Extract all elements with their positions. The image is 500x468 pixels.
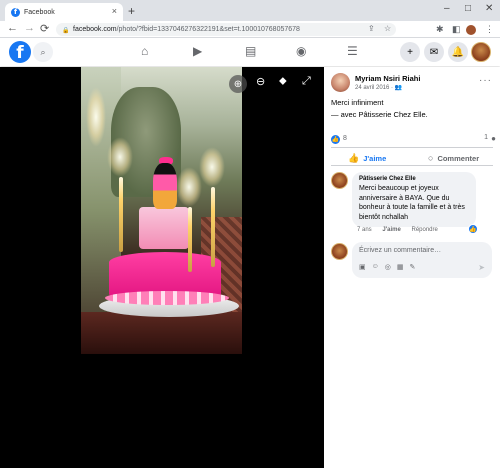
comment-text: Merci beaucoup et joyeux anniversaire à … [359, 185, 465, 221]
comment-like-link[interactable]: J'aime [382, 227, 400, 233]
minimize-icon[interactable]: – [444, 3, 450, 14]
more-options-icon[interactable]: ··· [479, 75, 492, 86]
comment-author[interactable]: Pâtisserie Chez Elle [359, 176, 469, 182]
comment-age[interactable]: 7 ans [357, 227, 372, 233]
star-icon[interactable]: ☆ [384, 24, 391, 33]
post-tagged-with[interactable]: — avec Pâtisserie Chez Elle. [331, 110, 428, 119]
comment-bubble: Pâtisserie Chez Elle Merci beaucoup et j… [352, 172, 476, 227]
tag-icon[interactable]: ⬥ [279, 75, 287, 88]
tab-close-icon[interactable]: × [112, 6, 117, 16]
lock-icon: 🔒 [62, 27, 70, 34]
forward-icon[interactable]: → [24, 22, 35, 34]
search-icon[interactable]: ⌕ [33, 42, 53, 62]
comment-bubble-icon: ● [491, 134, 496, 143]
url-path: /photo/?fbid=1337046276322191&set=t.1000… [116, 26, 300, 33]
like-count[interactable]: 8 [343, 135, 347, 142]
marketplace-icon[interactable]: ▤ [245, 44, 256, 58]
thumbs-up-icon: 👍 [348, 153, 360, 163]
comment-input[interactable]: Écrivez un commentaire… [359, 247, 441, 254]
post-details-panel: Myriam Nsiri Riahi 24 avril 2016 · 👥 ···… [324, 67, 500, 468]
close-window-icon[interactable]: ✕ [485, 3, 493, 14]
divider [331, 147, 493, 148]
maximize-icon[interactable]: □ [465, 3, 471, 14]
emoji-icon[interactable]: ☺ [372, 263, 379, 271]
author-avatar[interactable] [331, 73, 350, 92]
browser-tab-bar: f Facebook × + – □ ✕ [0, 0, 500, 21]
composer-toolbar: ▣ ☺ ◎ ▦ ✎ [356, 263, 418, 271]
facebook-logo-icon[interactable]: f [9, 41, 31, 63]
birthday-cake-photo[interactable] [81, 67, 242, 354]
comment-like-badge-icon[interactable]: 👍 [468, 224, 478, 234]
video-icon[interactable]: ▶ [193, 44, 202, 58]
back-icon[interactable]: ← [7, 22, 18, 34]
send-icon[interactable]: ➤ [478, 263, 485, 272]
account-avatar[interactable] [471, 42, 491, 62]
more-menu-icon[interactable]: ⋮ [485, 24, 494, 35]
photo-viewer: ⊕ ⊖ ⬥ ⤢ [0, 67, 324, 468]
url-host: facebook.com [73, 26, 117, 33]
facebook-favicon-icon: f [11, 7, 20, 17]
like-button-label: J'aime [363, 154, 387, 163]
comment-composer[interactable]: Écrivez un commentaire… ▣ ☺ ◎ ▦ ✎ ➤ [352, 242, 492, 278]
share-icon[interactable]: ⇪ [368, 24, 375, 33]
puzzle-icon[interactable]: ✱ [436, 24, 444, 35]
post-author[interactable]: Myriam Nsiri Riahi [355, 74, 420, 83]
notifications-icon[interactable]: 🔔 [448, 42, 468, 62]
messenger-icon[interactable]: ✉ [424, 42, 444, 62]
sticker-icon[interactable]: ▣ [359, 263, 366, 271]
sidebar-icon[interactable]: ◧ [452, 24, 461, 35]
home-icon[interactable]: ⌂ [141, 44, 148, 58]
comment-button-label: Commenter [437, 153, 480, 163]
like-reaction-icon[interactable]: 👍 [331, 135, 340, 144]
facebook-header: f ⌕ ⌂ ▶ ▤ ◉ ☰ + ✉ 🔔 [0, 38, 500, 66]
comment-icon: ○ [428, 153, 434, 163]
comment-count[interactable]: 1 [484, 134, 488, 141]
browser-tab[interactable]: f Facebook × [5, 3, 123, 21]
profile-avatar-icon[interactable] [466, 25, 476, 35]
my-avatar [331, 243, 348, 260]
comment-meta: 7 ans J'aime Répondre [357, 227, 447, 233]
avatar-sticker-icon[interactable]: ✎ [410, 263, 416, 271]
url-input[interactable]: 🔒 facebook.com/photo/?fbid=1337046276322… [56, 23, 396, 36]
gif-icon[interactable]: ▦ [397, 263, 404, 271]
zoom-in-icon[interactable]: ⊕ [229, 75, 247, 93]
address-bar-row: ← → ⟳ 🔒 facebook.com/photo/?fbid=1337046… [0, 21, 500, 38]
reload-icon[interactable]: ⟳ [40, 22, 49, 35]
post-text: Merci infiniment [331, 98, 384, 107]
tab-title: Facebook [24, 8, 55, 16]
groups-icon[interactable]: ◉ [296, 44, 306, 58]
like-button[interactable]: 👍 J'aime [348, 153, 386, 164]
comment-reply-link[interactable]: Répondre [411, 227, 437, 233]
new-tab-button[interactable]: + [128, 4, 135, 18]
divider [331, 165, 493, 166]
comment-button[interactable]: ○ Commenter [428, 153, 479, 163]
create-icon[interactable]: + [400, 42, 420, 62]
camera-icon[interactable]: ◎ [385, 263, 391, 271]
post-date[interactable]: 24 avril 2016 · 👥 [355, 84, 402, 91]
menu-icon[interactable]: ☰ [347, 44, 358, 58]
fullscreen-icon[interactable]: ⤢ [302, 75, 311, 88]
commenter-avatar[interactable] [331, 172, 348, 189]
zoom-out-icon[interactable]: ⊖ [256, 75, 265, 88]
